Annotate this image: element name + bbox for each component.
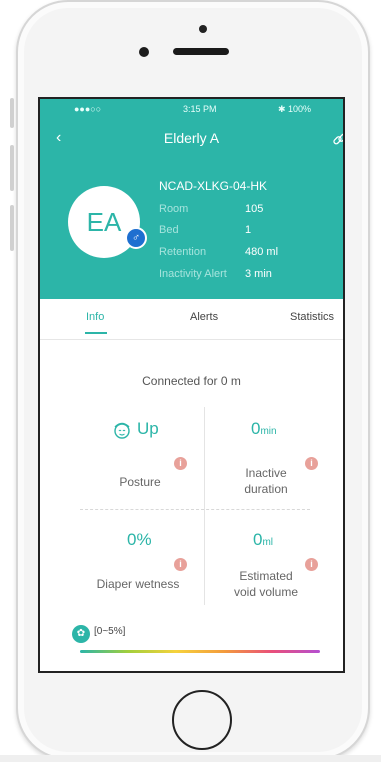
inactive-duration-label: Inactive duration (224, 465, 308, 497)
void-volume-label: Estimated void volume (220, 568, 312, 600)
signal-indicator: ●●●○○ (74, 104, 102, 114)
wetness-range-label: [0~5%] (94, 626, 126, 637)
gender-male-icon: ♂ (125, 227, 147, 249)
volume-down-button (10, 205, 14, 251)
field-inactivity-alert: Inactivity Alert 3 min (159, 268, 272, 280)
field-bed: Bed 1 (159, 224, 251, 236)
proximity-sensor (199, 25, 207, 33)
field-room-value: 105 (245, 203, 264, 215)
void-volume-value: 0ml (253, 530, 273, 550)
field-inactivity-alert-label: Inactivity Alert (159, 268, 227, 280)
inactive-duration-unit: min (260, 426, 277, 437)
home-button[interactable] (172, 690, 232, 750)
diaper-icon: ✿ (72, 625, 90, 643)
face-up-icon (114, 422, 130, 439)
field-inactivity-alert-value: 3 min (245, 268, 272, 280)
mute-switch (10, 98, 14, 128)
earpiece-speaker (173, 48, 229, 55)
connection-status: Connected for 0 m (142, 374, 241, 388)
tab-statistics[interactable]: Statistics (290, 311, 334, 323)
diaper-wetness-value: 0% (127, 530, 152, 549)
field-bed-value: 1 (245, 224, 252, 236)
posture-label: Posture (119, 475, 161, 489)
grid-divider-vertical (204, 407, 205, 605)
field-bed-label: Bed (159, 224, 179, 236)
device-id: NCAD-XLKG-04-HK (159, 179, 268, 193)
field-room: Room 105 (159, 203, 263, 215)
volume-up-button (10, 145, 14, 191)
posture-value-group: Up (112, 419, 202, 443)
field-retention-value: 480 ml (245, 246, 279, 258)
status-time: 3:15 PM (183, 104, 217, 114)
diaper-wetness-label: Diaper wetness (96, 577, 180, 591)
posture-value: Up (137, 419, 159, 438)
inactive-duration-label-line1: Inactive (245, 466, 287, 480)
field-room-label: Room (159, 203, 189, 215)
link-icon[interactable] (332, 131, 345, 147)
inactive-duration-label-line2: duration (244, 482, 288, 496)
void-volume-unit: ml (262, 537, 274, 548)
active-tab-indicator (85, 332, 107, 334)
void-volume-label-line2: void volume (233, 585, 299, 599)
front-camera (139, 47, 149, 57)
posture-info-icon[interactable]: i (174, 457, 187, 470)
tab-info[interactable]: Info (86, 311, 104, 323)
inactive-duration-value: 0min (251, 419, 277, 439)
grid-divider-horizontal (80, 509, 310, 511)
app-screen: ●●●○○ 3:15 PM ✱ 100% ‹ Elderly A EA ♂ NC… (38, 97, 345, 673)
wetness-gradient-bar (80, 650, 320, 653)
field-retention: Retention 480 ml (159, 246, 278, 258)
page-title: Elderly A (163, 130, 220, 146)
battery-indicator: ✱ 100% (278, 104, 312, 114)
profile-header: ●●●○○ 3:15 PM ✱ 100% ‹ Elderly A EA ♂ NC… (40, 99, 343, 299)
tab-alerts[interactable]: Alerts (190, 311, 218, 323)
page-bottom-strip (0, 755, 381, 762)
diaper-wetness-info-icon[interactable]: i (174, 558, 187, 571)
void-volume-label-line1: Estimated (239, 569, 293, 583)
field-retention-label: Retention (159, 246, 207, 258)
